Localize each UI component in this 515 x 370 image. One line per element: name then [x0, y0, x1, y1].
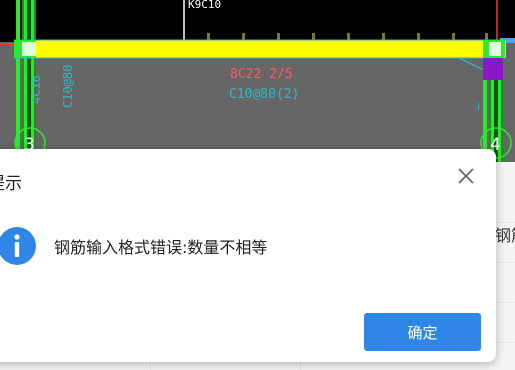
beam-rebar-label: 8C22 2/5: [230, 67, 293, 82]
dialog-title: 提示: [0, 174, 22, 194]
left-column-stirrup-label: C10@80: [61, 65, 75, 108]
alert-dialog: 提示 钢筋输入格式错误:数量不相等 确定: [0, 149, 496, 362]
beam: [14, 40, 506, 58]
beam-stirrup-label: C10@80(2): [229, 87, 299, 102]
dialog-message: 钢筋输入格式错误:数量不相等: [54, 238, 268, 257]
background-partial-text: 钢筋: [495, 226, 515, 245]
top-label: K9C10: [188, 0, 221, 11]
info-icon: [0, 227, 36, 265]
left-column-rebar-label: 4C16: [29, 75, 43, 104]
cad-canvas[interactable]: K9C10 8C22 2/5 C10@80(2) 4C16 C10@80 — 3…: [0, 0, 515, 162]
close-icon[interactable]: [455, 165, 477, 187]
svg-text:—: —: [471, 102, 485, 110]
confirm-button[interactable]: 确定: [364, 313, 481, 351]
purple-block: [483, 58, 503, 80]
